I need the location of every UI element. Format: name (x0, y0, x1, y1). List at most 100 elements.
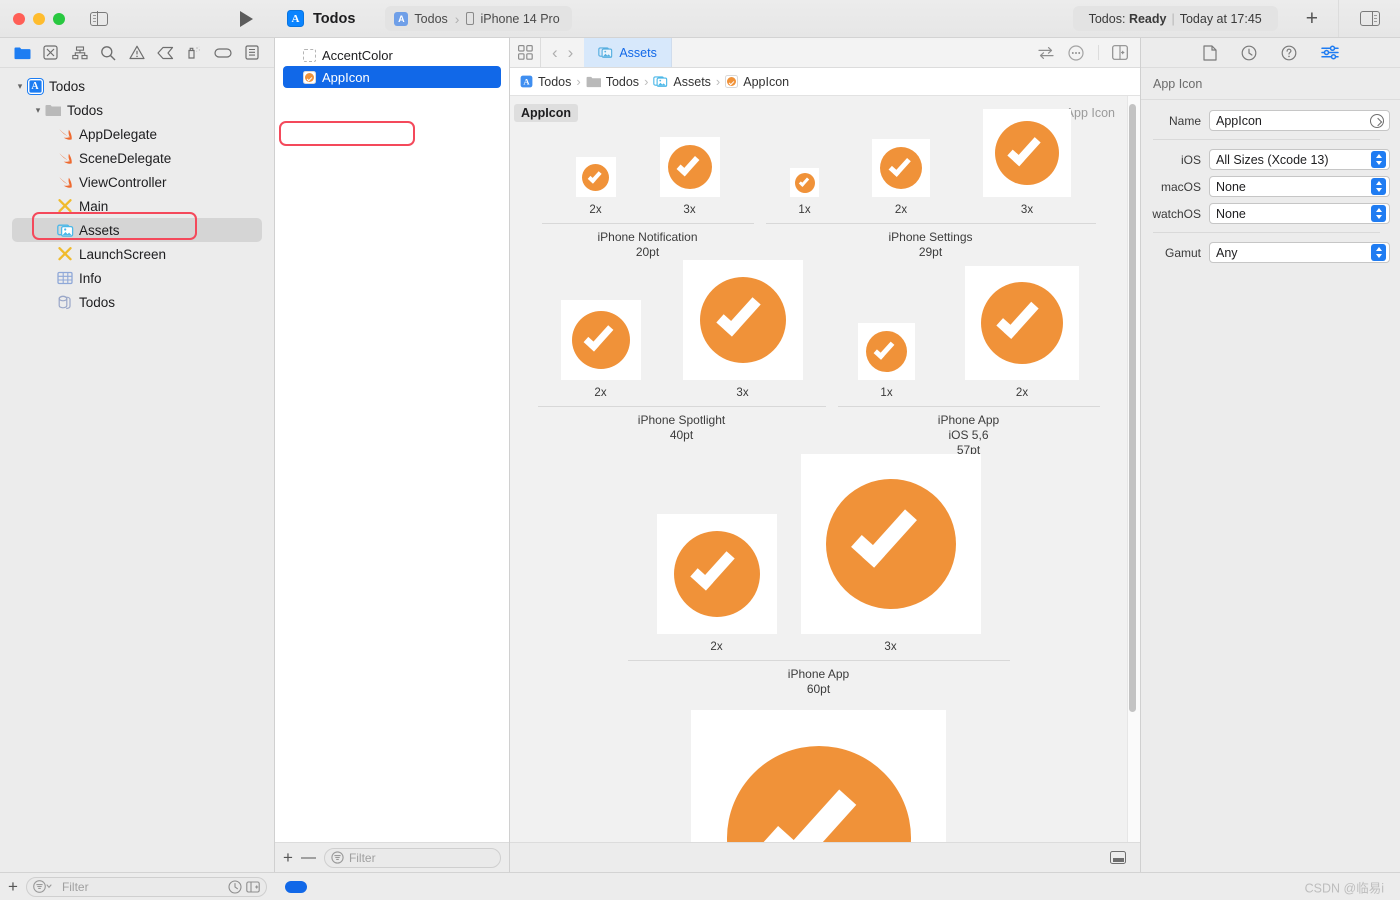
breadcrumb-item-folder[interactable]: Todos (586, 75, 639, 89)
toggle-navigator-icon[interactable] (90, 11, 108, 26)
nav-row-launchscreen[interactable]: LaunchScreen (0, 242, 274, 266)
icon-well[interactable] (800, 454, 981, 635)
folder-icon[interactable] (13, 43, 32, 62)
icon-well[interactable] (965, 266, 1079, 381)
tab-assets[interactable]: Assets (584, 38, 672, 67)
icon-tile-cell[interactable]: 2x (965, 266, 1079, 399)
filter-icon[interactable] (33, 880, 57, 893)
breadcrumb-item-assets[interactable]: Assets (653, 75, 711, 89)
history-inspector-icon[interactable] (1241, 45, 1257, 61)
nav-row-label: Todos (67, 102, 104, 118)
icon-well[interactable] (858, 323, 915, 381)
zoom-window-button[interactable] (53, 12, 65, 25)
icon-tile-cell[interactable]: 2x (560, 300, 641, 399)
chevron-updown-icon[interactable] (1371, 205, 1386, 222)
forward-button[interactable]: › (568, 43, 574, 63)
gamut-popup[interactable]: Any (1209, 242, 1390, 263)
status-badge[interactable] (285, 880, 307, 893)
recent-files-filter-icon[interactable] (228, 879, 242, 894)
run-button[interactable] (240, 10, 253, 27)
list-item-appicon[interactable]: AppIcon (283, 66, 501, 88)
more-options-icon[interactable] (1068, 44, 1084, 61)
nav-row-main-storyboard[interactable]: Main (0, 194, 274, 218)
icon-well[interactable] (691, 710, 946, 842)
add-file-button[interactable]: + (8, 878, 18, 895)
search-icon[interactable] (99, 43, 118, 62)
window-body: ▾ A Todos ▾ Todos AppDelegate SceneDeleg… (0, 38, 1400, 872)
icon-well[interactable] (575, 157, 616, 197)
add-editor-on-right-icon[interactable] (1098, 45, 1128, 60)
report-icon[interactable] (242, 43, 261, 62)
icon-well[interactable] (983, 109, 1071, 197)
icon-tile-cell[interactable]: 1x (858, 323, 915, 399)
canvas-vertical-scrollbar[interactable] (1129, 104, 1136, 712)
icon-tile-cell[interactable]: 1x (790, 168, 819, 216)
attributes-inspector-icon[interactable] (1320, 45, 1339, 60)
remove-asset-button[interactable]: — (301, 850, 316, 865)
icon-tile-cell[interactable]: 3x (659, 137, 720, 216)
asset-canvas[interactable]: AppIcon App Icon 2x 3x iPhone Notificati… (510, 96, 1140, 842)
reveal-icon[interactable] (1370, 113, 1384, 128)
canvas-asset-name: AppIcon (514, 104, 578, 122)
source-control-filter-icon[interactable] (246, 880, 260, 894)
close-window-button[interactable] (13, 12, 25, 25)
disclosure-triangle-icon[interactable]: ▾ (32, 105, 44, 116)
nav-row-info-plist[interactable]: Info (0, 266, 274, 290)
icon-well[interactable] (872, 139, 930, 197)
file-inspector-icon[interactable] (1202, 44, 1217, 61)
navigator-filter-input[interactable]: Filter (25, 876, 267, 897)
nav-row-folder-todos[interactable]: ▾ Todos (0, 98, 274, 122)
add-asset-button[interactable]: + (283, 849, 293, 866)
breadcrumb-item-appicon[interactable]: AppIcon (725, 75, 789, 89)
icon-well[interactable] (659, 137, 720, 197)
minimize-window-button[interactable] (33, 12, 45, 25)
breakpoint-icon[interactable] (156, 43, 175, 62)
toggle-inspector-icon[interactable] (1359, 10, 1380, 27)
asset-list-items[interactable]: AccentColor AppIcon (275, 38, 509, 842)
nav-row-todos-coredata[interactable]: Todos (0, 290, 274, 314)
disclosure-triangle-icon[interactable]: ▾ (14, 81, 26, 92)
breadcrumb-item-project[interactable]: A Todos (520, 75, 571, 89)
asset-filter-input[interactable]: Filter (323, 847, 501, 868)
nav-row-appdelegate[interactable]: AppDelegate (0, 122, 274, 146)
nav-row-project-todos[interactable]: ▾ A Todos (0, 74, 274, 98)
debug-icon[interactable] (185, 43, 204, 62)
tag-icon[interactable] (213, 43, 232, 62)
icon-tile-cell[interactable]: 2x (872, 139, 930, 216)
icon-tile-cell[interactable]: 3x (800, 454, 981, 653)
chevron-updown-icon[interactable] (1371, 244, 1386, 261)
watchos-popup[interactable]: None (1209, 203, 1390, 224)
icon-tile-cell[interactable]: 3x (983, 109, 1071, 216)
icon-well[interactable] (656, 514, 777, 635)
icon-tile-cell[interactable]: 2x (575, 157, 616, 216)
name-input[interactable]: AppIcon (1209, 110, 1390, 131)
nav-row-viewcontroller[interactable]: ViewController (0, 170, 274, 194)
group-caption-size: 40pt (669, 427, 694, 442)
icon-well[interactable] (560, 300, 641, 381)
activity-status-bar[interactable]: Todos: Ready | Today at 17:45 (1072, 6, 1278, 31)
list-item-accentcolor[interactable]: AccentColor (283, 44, 501, 66)
warning-icon[interactable] (127, 43, 146, 62)
icon-well[interactable] (682, 260, 803, 381)
nav-row-scenedelegate[interactable]: SceneDelegate (0, 146, 274, 170)
editor-layout-icon[interactable] (510, 45, 540, 60)
icon-tile-cell[interactable]: 3x (682, 260, 803, 399)
breadcrumb[interactable]: A Todos › Todos › Assets › AppIcon (510, 68, 1140, 96)
sidebar-item-assets[interactable]: Assets (12, 218, 262, 242)
source-control-icon[interactable] (41, 43, 60, 62)
scheme-selector[interactable]: Todos › iPhone 14 Pro (385, 6, 572, 31)
back-button[interactable]: ‹ (552, 43, 558, 63)
toggle-debug-area-icon[interactable] (1110, 851, 1126, 864)
swap-editor-icon[interactable] (1038, 46, 1054, 60)
icon-well[interactable] (790, 168, 819, 197)
tab-label: Assets (619, 45, 657, 60)
project-navigator-tree[interactable]: ▾ A Todos ▾ Todos AppDelegate SceneDeleg… (0, 68, 274, 872)
chevron-updown-icon[interactable] (1371, 178, 1386, 195)
icon-tile-cell[interactable]: 2x (656, 514, 777, 653)
macos-popup[interactable]: None (1209, 176, 1390, 197)
add-editor-button[interactable]: + (1306, 8, 1318, 29)
chevron-updown-icon[interactable] (1371, 151, 1386, 168)
ios-popup[interactable]: All Sizes (Xcode 13) (1209, 149, 1390, 170)
help-inspector-icon[interactable] (1281, 45, 1297, 61)
hierarchy-icon[interactable] (70, 43, 89, 62)
